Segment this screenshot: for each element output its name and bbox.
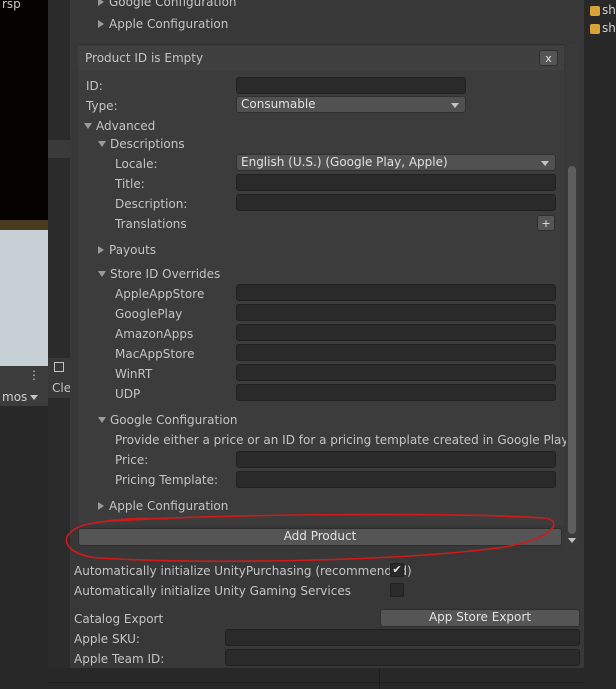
prefab-icon (590, 24, 600, 34)
dropdown-arrow-icon (541, 161, 549, 166)
catalog-export-label: Catalog Export (74, 612, 164, 626)
apple-team-id-input[interactable] (225, 649, 580, 666)
locale-dropdown-value: English (U.S.) (Google Play, Apple) (241, 155, 448, 169)
auto-init-gaming-checkbox[interactable] (390, 583, 404, 597)
console-tab-label: Cle (52, 381, 72, 395)
store-input-googleplay[interactable] (236, 304, 556, 321)
auto-init-purchasing-checkbox[interactable]: ✔ (390, 563, 404, 577)
left-editor-area: rsp ⋮ mos (0, 0, 48, 689)
google-pricing-hint: Provide either a price or an ID for a pr… (115, 433, 569, 447)
app-store-export-button[interactable]: App Store Export (380, 609, 580, 627)
auto-init-gaming-label: Automatically initialize Unity Gaming Se… (74, 584, 351, 598)
title-label: Title: (115, 177, 145, 191)
expand-arrow-icon (98, 502, 104, 510)
locale-label: Locale: (115, 157, 158, 171)
game-view (0, 230, 48, 366)
scrollbar-thumb[interactable] (568, 166, 576, 534)
bottom-divider (48, 682, 584, 683)
apple-sku-input[interactable] (225, 629, 580, 646)
apple-configuration-top[interactable]: Apple Configuration (98, 16, 228, 32)
dropdown-arrow-icon (451, 103, 459, 108)
kebab-menu-icon[interactable]: ⋮ (28, 368, 40, 382)
store-input-udp[interactable] (236, 384, 556, 401)
google-configuration-top[interactable]: Google Configuration (98, 0, 237, 10)
gizmos-dropdown-label[interactable]: mos (2, 389, 27, 405)
store-input-macappstore[interactable] (236, 344, 556, 361)
store-label-appleappstore: AppleAppStore (115, 287, 205, 301)
expand-arrow-icon (98, 0, 104, 6)
apple-sku-label: Apple SKU: (74, 632, 140, 646)
remove-product-button[interactable]: x (539, 50, 558, 66)
add-translation-button[interactable]: + (537, 215, 555, 231)
checkmark-icon: ✔ (392, 563, 402, 576)
gizmos-dropdown-icon[interactable] (30, 395, 38, 400)
prefab-icon (590, 6, 600, 16)
red-annotation-ellipse (65, 513, 555, 562)
description-input[interactable] (236, 194, 556, 211)
apple-team-id-label: Apple Team ID: (74, 652, 165, 666)
descriptions-foldout[interactable]: Descriptions (98, 136, 185, 152)
store-label-googleplay: GooglePlay (115, 307, 183, 321)
store-label-udp: UDP (115, 387, 141, 401)
type-dropdown[interactable]: Consumable (236, 96, 466, 113)
bottom-strip (48, 668, 584, 689)
scroll-down-arrow-icon[interactable] (568, 538, 576, 543)
console-tab[interactable]: Cle (48, 358, 72, 398)
collapse-arrow-icon (98, 141, 106, 147)
payouts-foldout[interactable]: Payouts (98, 242, 156, 258)
bottom-divider-vertical (379, 668, 380, 689)
collapse-arrow-icon (84, 123, 92, 129)
auto-init-purchasing-label: Automatically initialize UnityPurchasing… (74, 564, 412, 578)
hierarchy-item[interactable]: sh (602, 20, 616, 36)
store-input-amazonapps[interactable] (236, 324, 556, 341)
store-label-winrt: WinRT (115, 367, 153, 381)
title-input[interactable] (236, 174, 556, 191)
advanced-foldout[interactable]: Advanced (84, 118, 155, 134)
id-input[interactable] (236, 77, 466, 94)
store-label-macappstore: MacAppStore (115, 347, 195, 361)
scrollbar-track[interactable] (566, 44, 578, 546)
product-header-title: Product ID is Empty (85, 51, 204, 65)
price-label: Price: (115, 453, 149, 467)
console-icon (54, 362, 64, 372)
collapse-arrow-icon (98, 417, 106, 423)
console-strip (48, 140, 70, 158)
translations-label: Translations (115, 217, 187, 231)
type-dropdown-value: Consumable (241, 97, 316, 111)
pricing-template-label: Pricing Template: (115, 473, 219, 487)
type-label: Type: (86, 99, 118, 113)
expand-arrow-icon (98, 20, 104, 28)
pricing-template-input[interactable] (236, 471, 556, 488)
collapse-arrow-icon (98, 271, 106, 277)
price-input[interactable] (236, 451, 556, 468)
hierarchy-item[interactable]: sh (602, 2, 616, 18)
scene-view-dark (0, 0, 48, 220)
id-label: ID: (86, 79, 103, 93)
scene-border (0, 220, 48, 230)
console-column: Cle (48, 0, 72, 689)
right-edge-panel: sh sh (584, 0, 616, 689)
store-input-winrt[interactable] (236, 364, 556, 381)
locale-dropdown[interactable]: English (U.S.) (Google Play, Apple) (236, 154, 556, 171)
expand-arrow-icon (98, 246, 104, 254)
scene-label-text: rsp (2, 0, 21, 11)
google-configuration-foldout[interactable]: Google Configuration (98, 412, 238, 428)
description-label: Description: (115, 197, 188, 211)
store-input-appleappstore[interactable] (236, 284, 556, 301)
store-id-overrides-foldout[interactable]: Store ID Overrides (98, 266, 220, 282)
store-label-amazonapps: AmazonApps (115, 327, 194, 341)
